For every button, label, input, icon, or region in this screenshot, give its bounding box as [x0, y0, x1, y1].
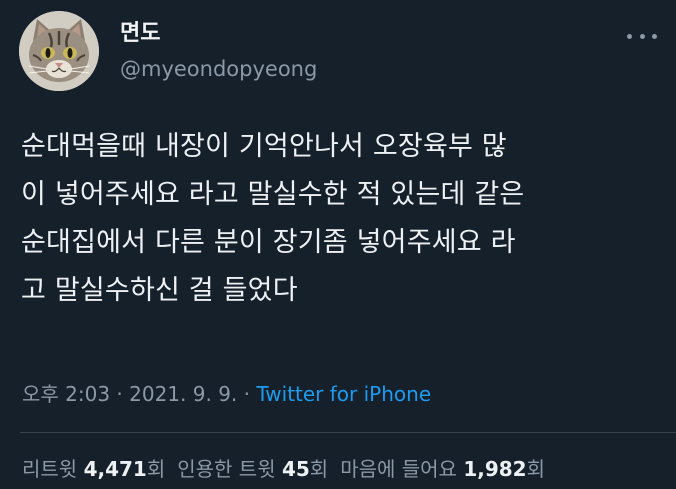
likes-label: 마음에 들어요 [340, 457, 457, 481]
likes-count: 1,982 [463, 457, 527, 481]
cat-avatar-icon [19, 11, 99, 91]
more-dot [652, 33, 657, 39]
retweets-stat[interactable]: 리트윗 4,471회 [22, 457, 165, 481]
tweet-text-line: 순대먹을때 내장이 기억안나서 오장육부 많 [21, 131, 507, 162]
avatar[interactable] [19, 11, 99, 91]
retweets-label: 리트윗 [22, 457, 78, 481]
quotes-label: 인용한 트윗 [177, 457, 276, 481]
tweet-date[interactable]: 2021. 9. 9. [129, 382, 237, 406]
quotes-unit: 회 [309, 457, 329, 481]
tweet-source-link[interactable]: Twitter for iPhone [256, 382, 431, 406]
more-options-icon[interactable] [627, 28, 657, 44]
quotes-stat[interactable]: 인용한 트윗 45회 [177, 457, 328, 481]
retweets-count: 4,471 [83, 457, 147, 481]
retweets-unit: 회 [146, 457, 166, 481]
tweet-text-line: 고 말실수하신 걸 들었다 [21, 275, 298, 306]
tweet-metadata: 오후 2:03 · 2021. 9. 9. · Twitter for iPho… [22, 380, 431, 408]
tweet-text: 순대먹을때 내장이 기억안나서 오장육부 많 이 넣어주세요 라고 말실수한 적… [21, 123, 671, 315]
likes-stat[interactable]: 마음에 들어요 1,982회 [340, 457, 545, 481]
more-dot [639, 33, 645, 39]
user-handle[interactable]: @myeondopyeong [120, 55, 317, 83]
tweet-card: 면도 @myeondopyeong 순대먹을때 내장이 기억안나서 오장육부 많… [0, 0, 676, 489]
tweet-text-line: 이 넣어주세요 라고 말실수한 적 있는데 같은 [21, 179, 525, 210]
meta-separator: · [110, 382, 130, 406]
divider [20, 432, 676, 433]
quotes-count: 45 [281, 457, 310, 481]
tweet-text-line: 순대집에서 다른 분이 장기좀 넣어주세요 라 [21, 227, 516, 258]
display-name[interactable]: 면도 [120, 20, 160, 48]
meta-separator: · [237, 382, 257, 406]
tweet-time[interactable]: 오후 2:03 [22, 382, 110, 406]
likes-unit: 회 [526, 457, 545, 481]
more-dot [627, 33, 632, 39]
engagement-stats: 리트윗 4,471회 인용한 트윗 45회 마음에 들어요 1,982회 [22, 455, 545, 483]
